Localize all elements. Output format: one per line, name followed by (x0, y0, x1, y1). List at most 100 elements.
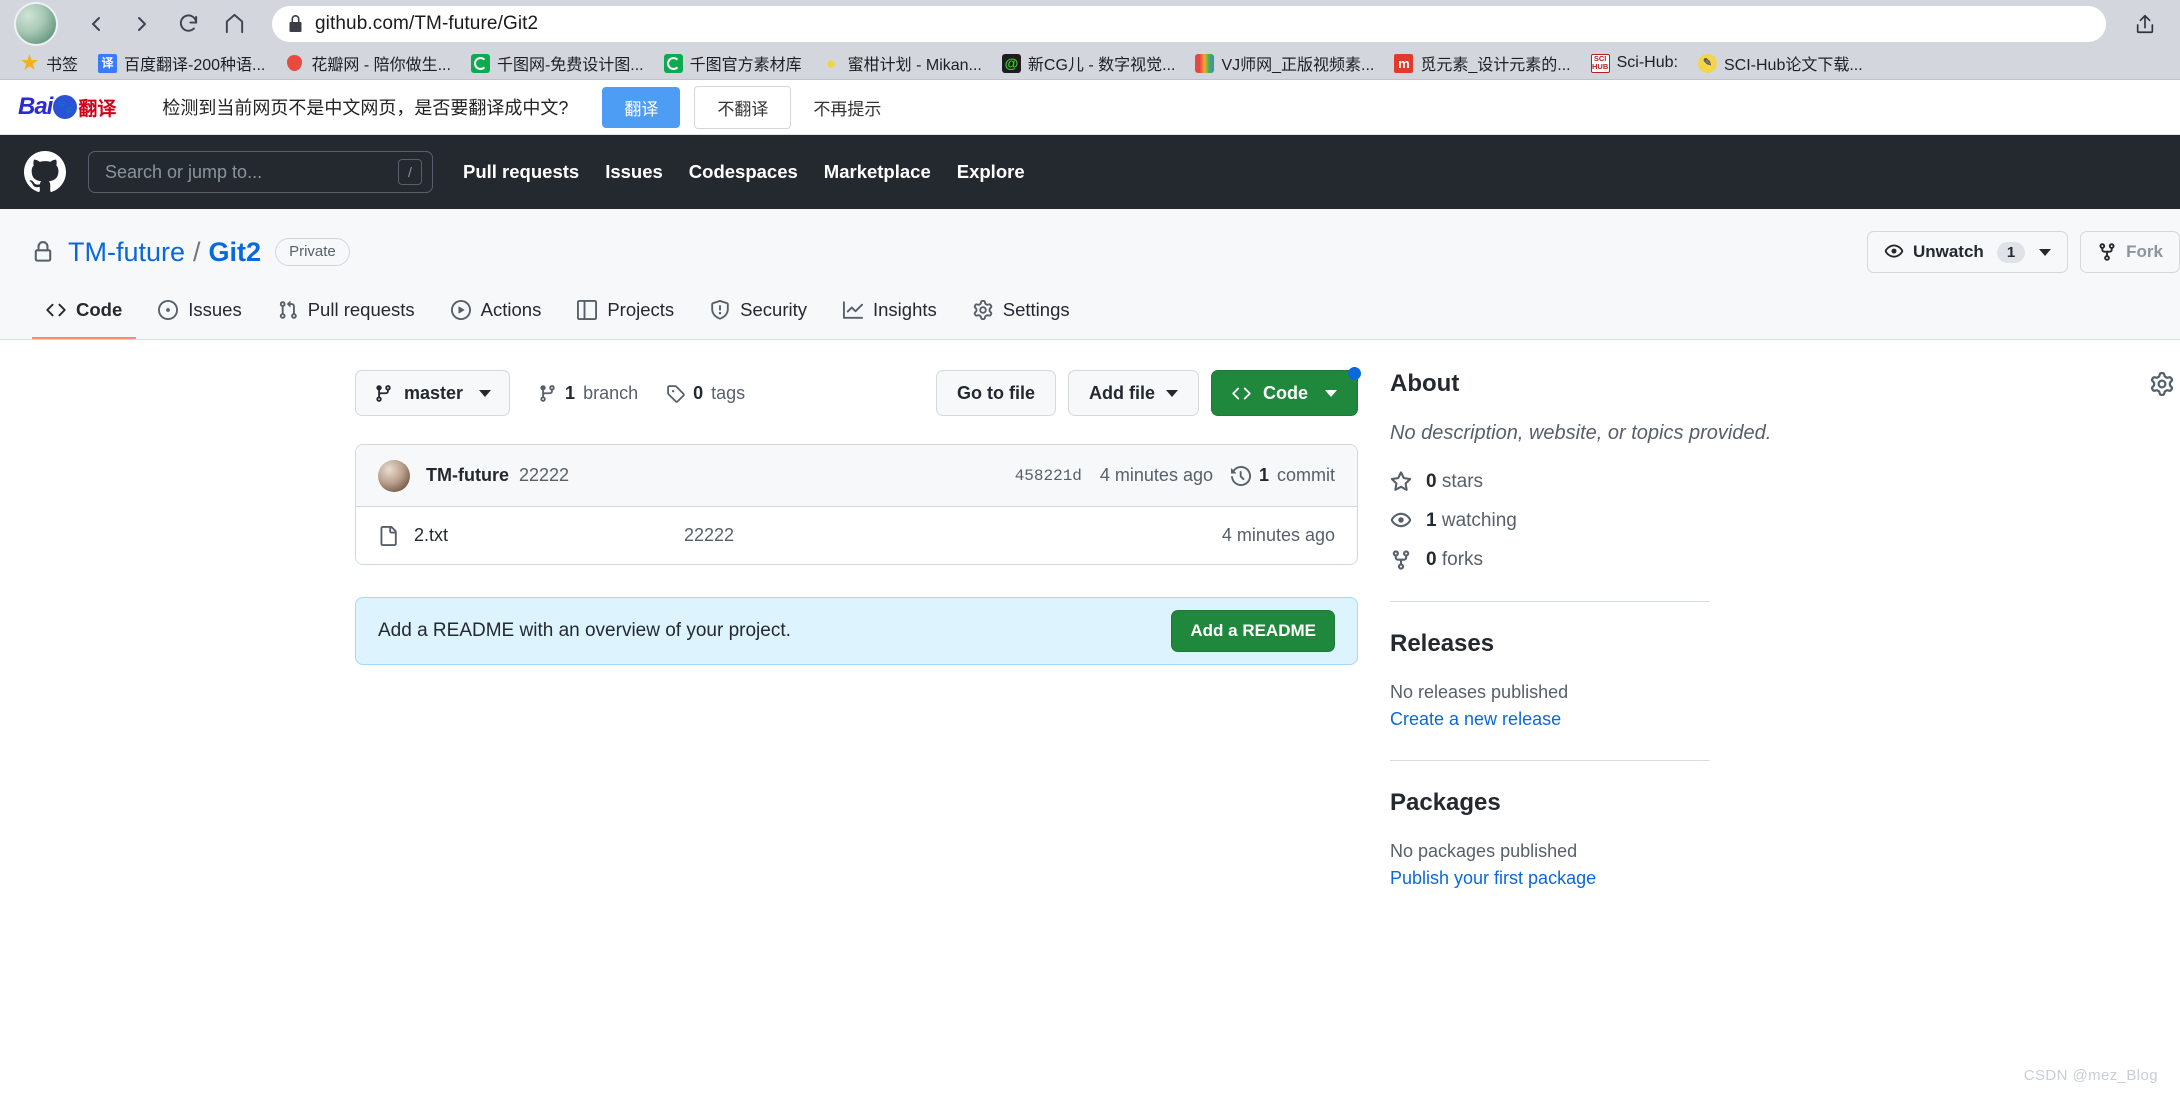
tab-settings[interactable]: Settings (959, 289, 1084, 339)
chevron-down-icon (479, 389, 492, 397)
bookmark-item[interactable]: @ 新CG儿 - 数字视觉... (992, 49, 1186, 77)
tag-count-link[interactable]: 0 tags (666, 383, 745, 404)
nav-explore[interactable]: Explore (957, 161, 1025, 183)
commit-message[interactable]: 22222 (519, 465, 569, 486)
commit-sha[interactable]: 458221d (1015, 467, 1082, 485)
miyuansu-icon: m (1394, 53, 1414, 73)
tab-label: Issues (188, 299, 242, 320)
eye-icon (1884, 242, 1904, 262)
bookmark-item[interactable]: 千图网-免费设计图... (461, 49, 654, 77)
about-section: About No description, website, or topics… (1390, 370, 2180, 571)
lock-icon (288, 14, 303, 33)
repo-owner-link[interactable]: TM-future (68, 237, 185, 268)
translate-button[interactable]: 翻译 (602, 86, 681, 128)
bookmark-label: SCI-Hub论文下载... (1723, 57, 1863, 74)
nav-issues[interactable]: Issues (605, 161, 663, 183)
tab-issues[interactable]: Issues (144, 289, 255, 339)
watching-label: watching (1441, 510, 1517, 531)
bookmark-item[interactable]: 千图官方素材库 (654, 49, 812, 77)
tab-security[interactable]: Security (696, 289, 821, 339)
bookmark-item[interactable]: VJ师网_正版视频素... (1185, 49, 1384, 77)
history-icon (1230, 465, 1251, 486)
repo-forked-icon (2097, 242, 2117, 262)
bookmark-item[interactable]: ● 蜜柑计划 - Mikan... (812, 49, 992, 77)
table-row[interactable]: 2.txt 22222 4 minutes ago (356, 507, 1357, 564)
publish-package-link[interactable]: Publish your first package (1390, 868, 1596, 888)
tab-label: Insights (873, 299, 937, 320)
code-notification-dot (1348, 367, 1361, 380)
home-button[interactable] (214, 4, 254, 44)
tab-projects[interactable]: Projects (563, 289, 688, 339)
tab-label: Pull requests (307, 299, 415, 320)
unwatch-button[interactable]: Unwatch 1 (1866, 231, 2069, 273)
add-file-button[interactable]: Add file (1068, 370, 1199, 416)
code-button[interactable]: Code (1211, 367, 1361, 416)
branch-name: master (404, 382, 464, 403)
bookmark-item[interactable]: ★ 书签 (10, 49, 88, 77)
bookmark-item[interactable]: ✎ SCI-Hub论文下载... (1688, 49, 1873, 77)
watching-stat[interactable]: 1 watching (1390, 510, 2180, 532)
avatar[interactable] (378, 459, 410, 492)
forks-label: forks (1441, 549, 1484, 570)
newcg-icon: @ (1001, 53, 1021, 73)
branch-selector-button[interactable]: master (355, 370, 511, 416)
about-description: No description, website, or topics provi… (1390, 422, 1772, 444)
browser-toolbar: github.com/TM-future/Git2 (0, 0, 2180, 47)
file-commit-message[interactable]: 22222 (684, 525, 1222, 546)
tab-actions[interactable]: Actions (437, 289, 556, 339)
forward-button[interactable] (122, 4, 162, 44)
repo-forked-icon (1390, 549, 1412, 571)
divider (1390, 601, 1710, 602)
tab-insights[interactable]: Insights (829, 289, 951, 339)
address-bar[interactable]: github.com/TM-future/Git2 (272, 5, 2106, 42)
tab-pull-requests[interactable]: Pull requests (264, 289, 429, 339)
nav-codespaces[interactable]: Codespaces (689, 161, 798, 183)
search-slash-key: / (398, 159, 422, 185)
bookmark-label: 花瓣网 - 陪你做生... (311, 57, 451, 74)
never-prompt-link[interactable]: 不再提示 (813, 95, 881, 120)
bookmark-item[interactable]: 译 百度翻译-200种语... (88, 49, 275, 77)
bookmark-item[interactable]: 花瓣网 - 陪你做生... (275, 49, 461, 77)
branch-count-link[interactable]: 1 branch (538, 383, 638, 404)
graph-icon (843, 300, 863, 320)
commit-count-link[interactable]: 1 commit (1230, 465, 1335, 486)
nav-marketplace[interactable]: Marketplace (824, 161, 931, 183)
fork-button[interactable]: Fork (2080, 231, 2180, 273)
go-to-file-button[interactable]: Go to file (936, 370, 1056, 416)
huaban-icon (285, 54, 304, 73)
bookmark-label: 百度翻译-200种语... (124, 57, 266, 74)
forks-stat[interactable]: 0 forks (1390, 549, 2180, 571)
play-icon (450, 300, 471, 320)
about-title: About (1390, 370, 1460, 397)
file-name[interactable]: 2.txt (414, 525, 684, 546)
watch-count: 1 (1996, 241, 2026, 263)
github-logo-icon[interactable] (24, 151, 66, 193)
search-input[interactable]: Search or jump to... / (88, 151, 433, 193)
repo-actions: Unwatch 1 Fork (1866, 231, 2180, 273)
tab-code[interactable]: Code (32, 289, 137, 339)
bookmark-item[interactable]: SCI HUB Sci-Hub: (1581, 49, 1688, 77)
add-readme-button[interactable]: Add a README (1171, 610, 1335, 652)
stars-stat[interactable]: 0 stars (1390, 471, 2180, 493)
gear-icon[interactable] (2150, 372, 2174, 396)
git-branch-icon (538, 384, 557, 403)
divider (1390, 760, 1710, 761)
back-button[interactable] (76, 4, 116, 44)
releases-empty-text: No releases published (1390, 682, 1569, 702)
mikan-icon: ● (826, 53, 837, 73)
no-translate-button[interactable]: 不翻译 (694, 85, 792, 129)
reload-button[interactable] (168, 4, 208, 44)
gear-icon (973, 300, 993, 320)
nav-pull-requests[interactable]: Pull requests (463, 161, 579, 183)
table-icon (577, 300, 598, 320)
share-icon[interactable] (2124, 3, 2166, 45)
qiantu-icon (663, 53, 683, 73)
repo-name-link[interactable]: Git2 (209, 237, 262, 268)
baidu-logo-text: Bai (18, 93, 53, 120)
file-list-box: TM-future 22222 458221d 4 minutes ago 1 … (355, 444, 1358, 565)
bookmark-item[interactable]: m 觅元素_设计元素的... (1384, 49, 1580, 77)
create-release-link[interactable]: Create a new release (1390, 709, 1561, 729)
browser-profile-avatar[interactable] (14, 1, 58, 46)
toolbar-actions: Go to file Add file Code (936, 367, 1361, 416)
commit-author[interactable]: TM-future (426, 465, 509, 486)
